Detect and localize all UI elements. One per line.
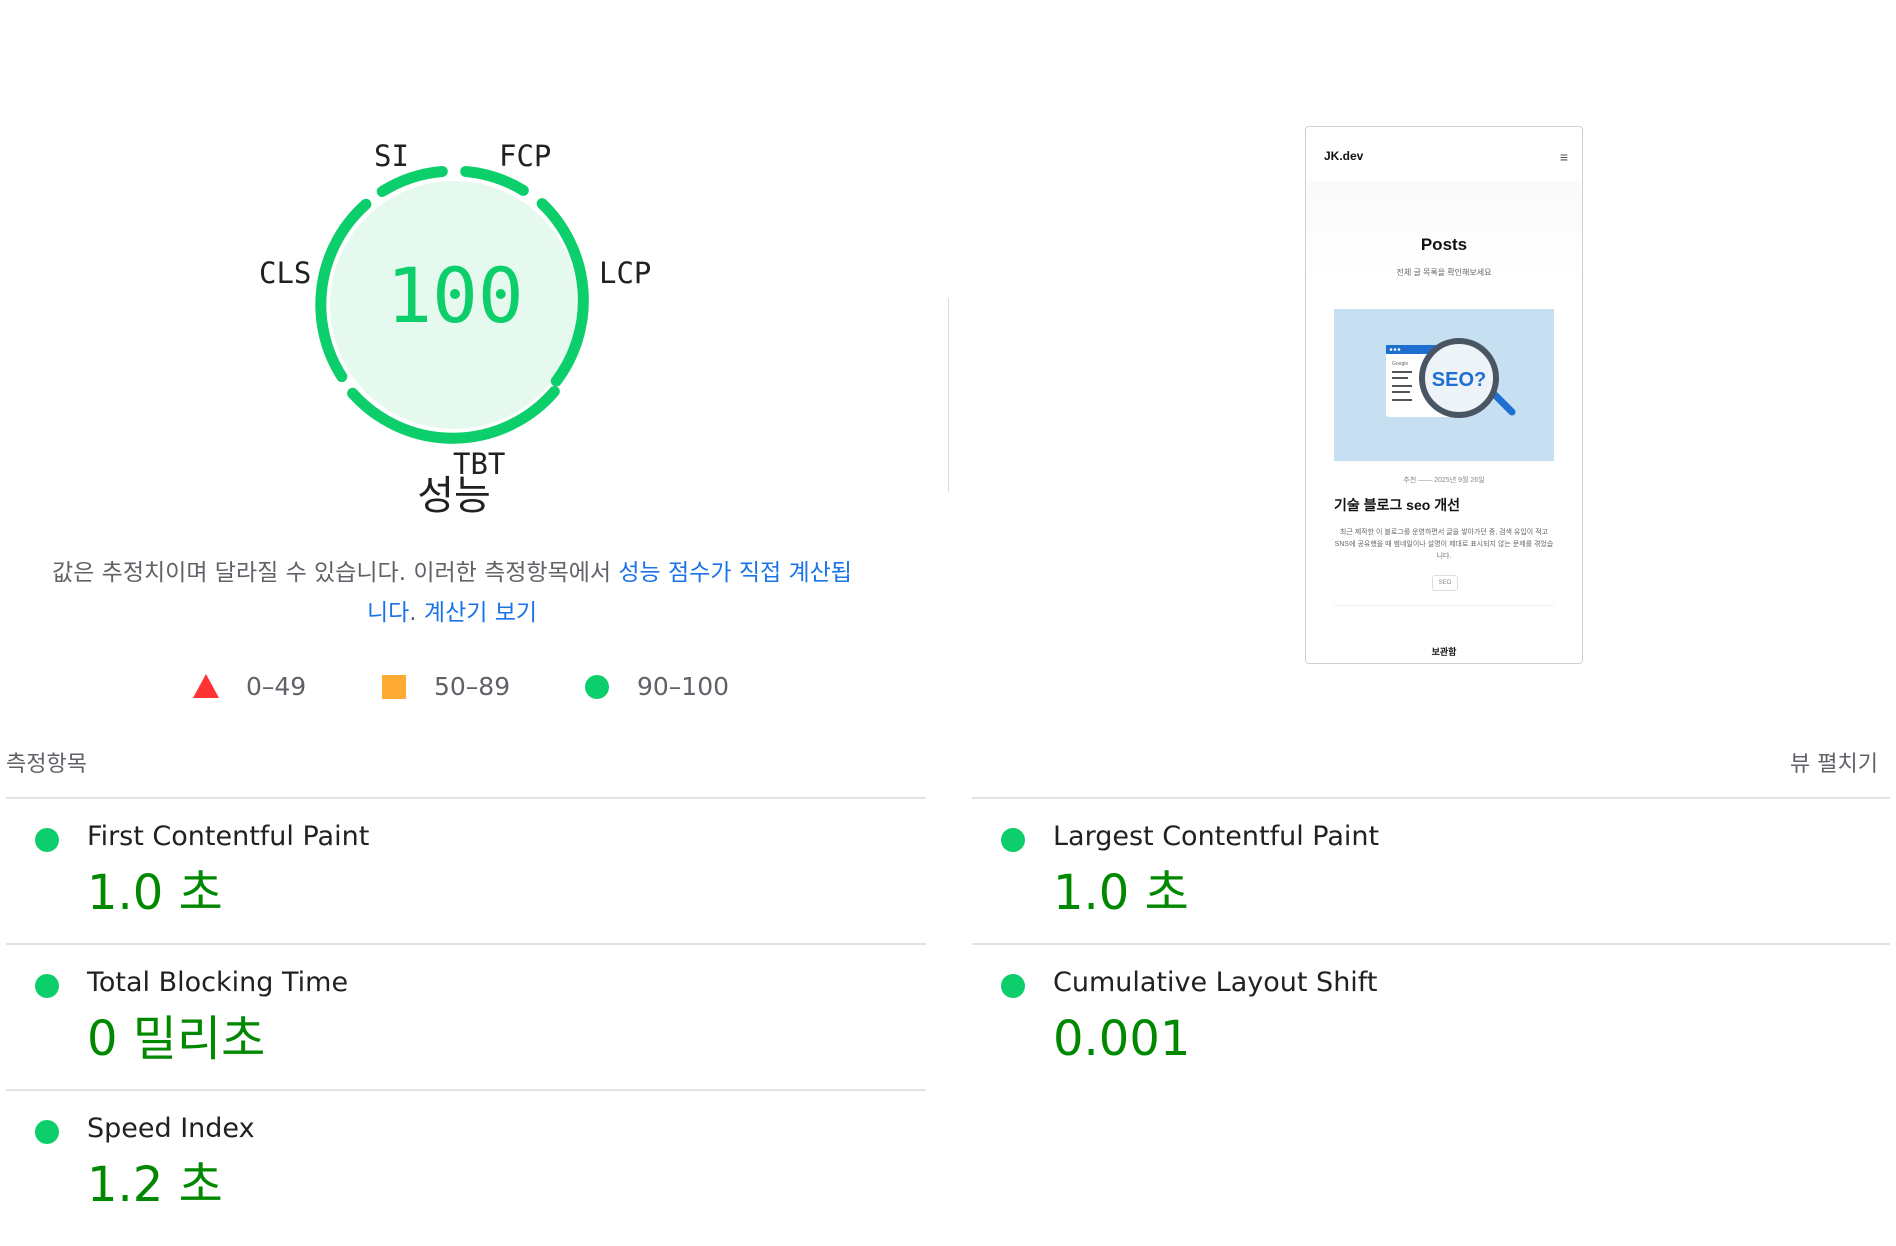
- metric-largest-contentful-paint: Largest Contentful Paint 1.0 초: [972, 799, 1892, 945]
- screenshot-heading: Posts: [1420, 235, 1468, 254]
- screenshot-post-tag: SEO: [1432, 575, 1458, 591]
- hamburger-menu-icon: ≡: [1559, 149, 1568, 165]
- legend-pass-circle-icon: [585, 675, 609, 699]
- metric-value: 0 밀리초: [87, 1011, 266, 1067]
- legend-fail-triangle-icon: [193, 674, 219, 698]
- seo-magnifier-illustration: Google SEO?: [1386, 338, 1516, 418]
- metric-value: 1.0 초: [87, 865, 223, 921]
- post-thumbnail: Google SEO?: [1334, 309, 1554, 461]
- category-title: 성능: [417, 473, 491, 519]
- metric-value: 1.0 초: [1053, 865, 1189, 921]
- metric-value: 0.001: [1053, 1011, 1191, 1067]
- screenshot-seo-badge: SEO?: [1432, 369, 1486, 391]
- screenshot-hero: [1306, 181, 1582, 281]
- performance-score: 100: [386, 251, 524, 340]
- gauge-label-lcp: LCP: [599, 256, 652, 290]
- pass-circle-icon: [35, 828, 59, 852]
- screenshot-brand: JK.dev: [1324, 149, 1364, 163]
- pass-circle-icon: [35, 974, 59, 998]
- final-screenshot[interactable]: JK.dev ≡ Posts 전체 글 목록을 확인해보세요 Google SE…: [1305, 126, 1583, 664]
- screenshot-post-meta: 추천 —— 2025년 9월 26일: [1403, 477, 1485, 484]
- metric-name: Cumulative Layout Shift: [1053, 967, 1378, 998]
- metric-speed-index: Speed Index 1.2 초: [6, 1091, 926, 1237]
- gauge-label-si: SI: [374, 139, 409, 173]
- metrics-header: 측정항목: [6, 752, 87, 777]
- metric-first-contentful-paint: First Contentful Paint 1.0 초: [6, 799, 926, 945]
- score-description: 값은 추정치이며 달라질 수 있습니다. 이러한 측정항목에서 성능 점수가 직…: [52, 553, 852, 633]
- metric-value: 1.2 초: [87, 1157, 223, 1213]
- expand-view-toggle[interactable]: 뷰 펼치기: [1790, 746, 1878, 778]
- screenshot-post-title: 기술 블로그 seo 개선: [1334, 497, 1460, 513]
- pass-circle-icon: [1001, 828, 1025, 852]
- metric-name: Total Blocking Time: [87, 967, 349, 998]
- screenshot-subheading: 전체 글 목록을 확인해보세요: [1396, 268, 1492, 277]
- legend-average-square-icon: [382, 675, 406, 699]
- screenshot-divider: [1334, 605, 1554, 606]
- screenshot-google-label: Google: [1392, 361, 1408, 367]
- screenshot-post-excerpt: 최근 제작한 이 블로그를 운영하면서 글을 쌓아가던 중, 검색 유입이 적고…: [1334, 529, 1554, 560]
- gauge-label-cls: CLS: [259, 256, 312, 290]
- pass-circle-icon: [35, 1120, 59, 1144]
- metric-total-blocking-time: Total Blocking Time 0 밀리초: [6, 945, 926, 1091]
- metric-name: First Contentful Paint: [87, 821, 370, 852]
- screenshot-footer-label: 보관함: [1431, 647, 1457, 657]
- calculator-link[interactable]: 계산기 보기: [424, 600, 537, 626]
- metric-cumulative-layout-shift: Cumulative Layout Shift 0.001: [972, 945, 1892, 1091]
- metric-name: Speed Index: [87, 1113, 255, 1144]
- legend-pass-range: 90–100: [637, 672, 730, 701]
- metric-name: Largest Contentful Paint: [1053, 821, 1380, 852]
- description-separator: .: [409, 600, 424, 626]
- description-text: 값은 추정치이며 달라질 수 있습니다. 이러한 측정항목에서: [52, 560, 619, 586]
- vertical-divider: [948, 298, 949, 492]
- gauge-label-fcp: FCP: [499, 139, 552, 173]
- legend-average-range: 50–89: [434, 672, 511, 701]
- legend-fail-range: 0–49: [246, 672, 307, 701]
- pass-circle-icon: [1001, 974, 1025, 998]
